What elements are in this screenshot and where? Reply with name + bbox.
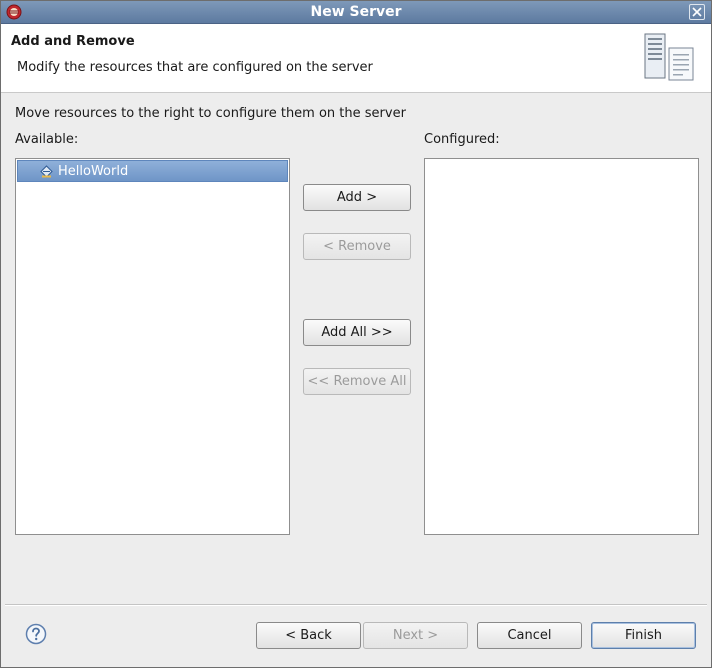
- page-title: Add and Remove: [11, 34, 135, 49]
- title-bar[interactable]: New Server: [1, 1, 711, 24]
- available-list[interactable]: HelloWorld: [15, 158, 290, 535]
- available-label: Available:: [15, 132, 79, 147]
- next-button[interactable]: Next >: [363, 622, 468, 649]
- web-project-icon: [40, 165, 53, 178]
- back-button[interactable]: < Back: [256, 622, 361, 649]
- close-icon: [692, 7, 702, 17]
- cancel-button[interactable]: Cancel: [477, 622, 582, 649]
- instructions-text: Move resources to the right to configure…: [15, 106, 406, 121]
- add-button[interactable]: Add >: [303, 184, 411, 211]
- window-title: New Server: [310, 4, 402, 20]
- list-item-helloworld[interactable]: HelloWorld: [17, 160, 288, 182]
- add-all-button[interactable]: Add All >>: [303, 319, 411, 346]
- configured-list[interactable]: [424, 158, 699, 535]
- footer-separator: [5, 604, 707, 606]
- remove-button[interactable]: < Remove: [303, 233, 411, 260]
- remove-all-button[interactable]: << Remove All: [303, 368, 411, 395]
- server-icon: [644, 33, 694, 81]
- close-button[interactable]: [689, 4, 705, 20]
- help-icon[interactable]: [25, 623, 47, 645]
- wizard-header: Add and Remove Modify the resources that…: [1, 24, 711, 93]
- list-item-label: HelloWorld: [58, 164, 129, 179]
- page-description: Modify the resources that are configured…: [17, 60, 373, 75]
- configured-label: Configured:: [424, 132, 500, 147]
- finish-button[interactable]: Finish: [591, 622, 696, 649]
- new-server-dialog: New Server Add and Remove Modify the res…: [0, 0, 712, 668]
